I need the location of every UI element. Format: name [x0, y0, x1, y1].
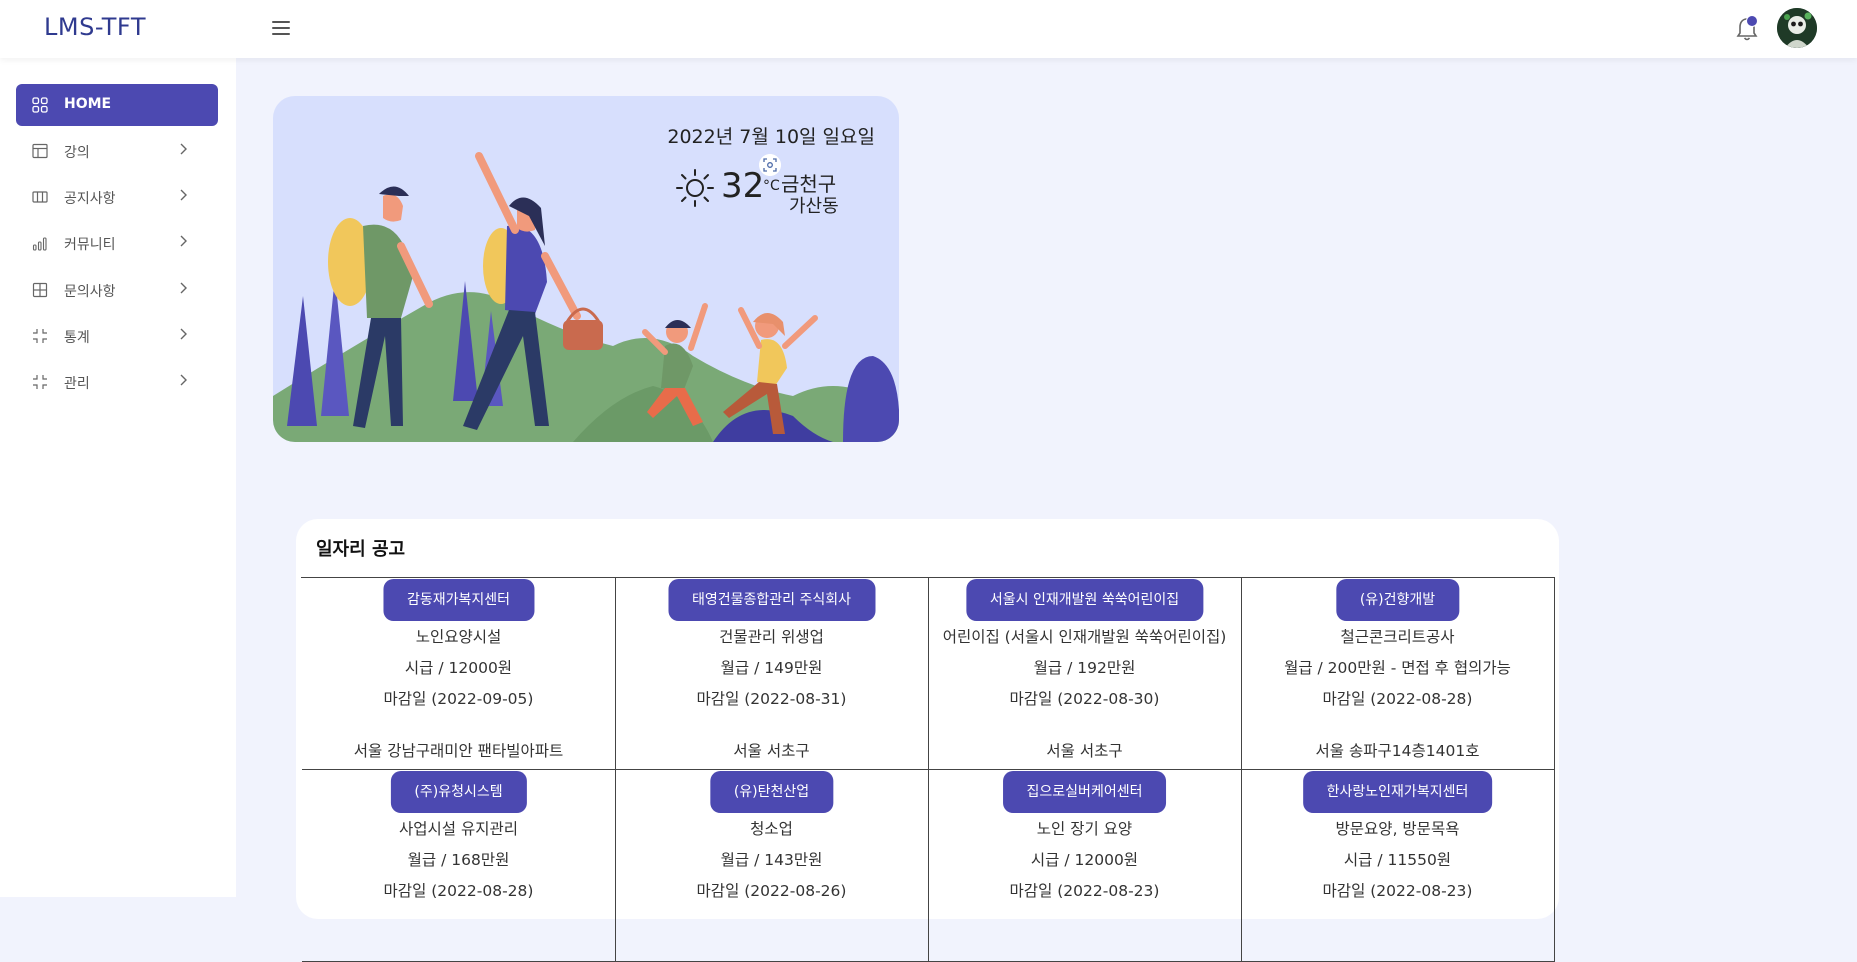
sidebar: HOME 강의 공지사항 커뮤니티 문의사항 통계 관리	[0, 58, 236, 897]
brand-logo[interactable]: LMS-TFT	[44, 13, 146, 41]
chevron-right-icon	[180, 328, 187, 340]
sidebar-item-label: 공지사항	[64, 191, 116, 207]
table-icon	[32, 282, 48, 298]
chevron-right-icon	[180, 189, 187, 201]
menu-toggle-icon[interactable]	[272, 20, 292, 36]
chevron-right-icon	[180, 282, 187, 294]
job-card: (유)탄천산업 청소업 월급 / 143만원 마감일 (2022-08-26)	[615, 770, 929, 962]
company-button[interactable]: (유)건향개발	[1335, 579, 1460, 621]
sidebar-item-label: 관리	[64, 376, 90, 392]
sidebar-item-label: 문의사항	[64, 284, 116, 300]
company-button[interactable]: 감동재가복지센터	[382, 579, 535, 621]
top-bar: LMS-TFT	[0, 0, 1857, 58]
company-button[interactable]: 한사랑노인재가복지센터	[1302, 771, 1493, 813]
sidebar-item-lectures[interactable]: 강의	[16, 130, 218, 172]
columns-icon	[32, 191, 48, 203]
sun-icon	[676, 169, 714, 207]
sidebar-item-admin[interactable]: 관리	[16, 361, 218, 403]
sidebar-item-label: 강의	[64, 145, 90, 161]
job-deadline: 마감일 (2022-08-28)	[1322, 690, 1473, 708]
job-grid: 감동재가복지센터 노인요양시설 시급 / 12000원 마감일 (2022-09…	[301, 577, 1555, 962]
scan-icon[interactable]	[759, 154, 781, 176]
job-deadline: 마감일 (2022-08-23)	[1322, 882, 1473, 900]
company-button[interactable]: 태영건물종합관리 주식회사	[667, 579, 876, 621]
temperature-unit: °C	[763, 178, 780, 194]
sidebar-item-label: 통계	[64, 330, 90, 346]
job-card: 서울시 인재개발원 쑥쑥어린이집 어린이집 (서울시 인재개발원 쑥쑥어린이집)…	[928, 578, 1242, 770]
company-button[interactable]: (주)유청시스템	[390, 771, 527, 813]
job-card: 집으로실버케어센터 노인 장기 요양 시급 / 12000원 마감일 (2022…	[928, 770, 1242, 962]
notification-dot	[1746, 15, 1758, 27]
chevron-right-icon	[180, 374, 187, 386]
weather-widget: 32 °C 금천구 가산동	[675, 166, 895, 226]
sidebar-item-label: HOME	[64, 96, 112, 112]
job-card: 한사랑노인재가복지센터 방문요양, 방문목욕 시급 / 11550원 마감일 (…	[1241, 770, 1555, 962]
sidebar-item-label: 커뮤니티	[64, 237, 116, 253]
job-type: 방문요양, 방문목욕	[1335, 820, 1460, 838]
job-card: 감동재가복지센터 노인요양시설 시급 / 12000원 마감일 (2022-09…	[302, 578, 616, 770]
location-neighborhood: 가산동	[789, 196, 839, 217]
job-pay: 월급 / 200만원 - 면접 후 협의가능	[1284, 659, 1511, 677]
layout-icon	[32, 143, 48, 159]
grid-icon	[32, 97, 48, 113]
chevron-right-icon	[180, 143, 187, 155]
sidebar-item-notices[interactable]: 공지사항	[16, 176, 218, 218]
job-pay: 시급 / 11550원	[1343, 851, 1452, 869]
company-button[interactable]: 집으로실버케어센터	[1002, 771, 1167, 813]
expand-icon	[33, 375, 47, 389]
bar-chart-icon	[32, 237, 47, 251]
company-button[interactable]: 서울시 인재개발원 쑥쑥어린이집	[965, 579, 1204, 621]
temperature: 32	[721, 166, 765, 206]
job-card: (주)유청시스템 사업시설 유지관리 월급 / 168만원 마감일 (2022-…	[302, 770, 616, 962]
current-date: 2022년 7월 10일 일요일	[667, 126, 875, 148]
expand-icon	[33, 329, 47, 343]
job-postings-card: 일자리 공고 감동재가복지센터 노인요양시설 시급 / 12000원 마감일 (…	[296, 519, 1559, 962]
sidebar-item-statistics[interactable]: 통계	[16, 315, 218, 357]
section-title: 일자리 공고	[316, 539, 406, 560]
sidebar-item-community[interactable]: 커뮤니티	[16, 222, 218, 264]
company-button[interactable]: (유)탄천산업	[709, 771, 834, 813]
avatar[interactable]	[1777, 8, 1817, 48]
job-address: 서울 송파구14층1401호	[1315, 742, 1480, 760]
job-card: 태영건물종합관리 주식회사 건물관리 위생업 월급 / 149만원 마감일 (2…	[615, 578, 929, 770]
sidebar-item-inquiries[interactable]: 문의사항	[16, 269, 218, 311]
chevron-right-icon	[180, 235, 187, 247]
sidebar-item-home[interactable]: HOME	[16, 84, 218, 126]
weather-card: 2022년 7월 10일 일요일 32 °C 금천구 가산동	[273, 96, 899, 442]
job-card: (유)건향개발 철근콘크리트공사 월급 / 200만원 - 면접 후 협의가능 …	[1241, 578, 1555, 770]
job-type: 철근콘크리트공사	[1340, 628, 1455, 646]
